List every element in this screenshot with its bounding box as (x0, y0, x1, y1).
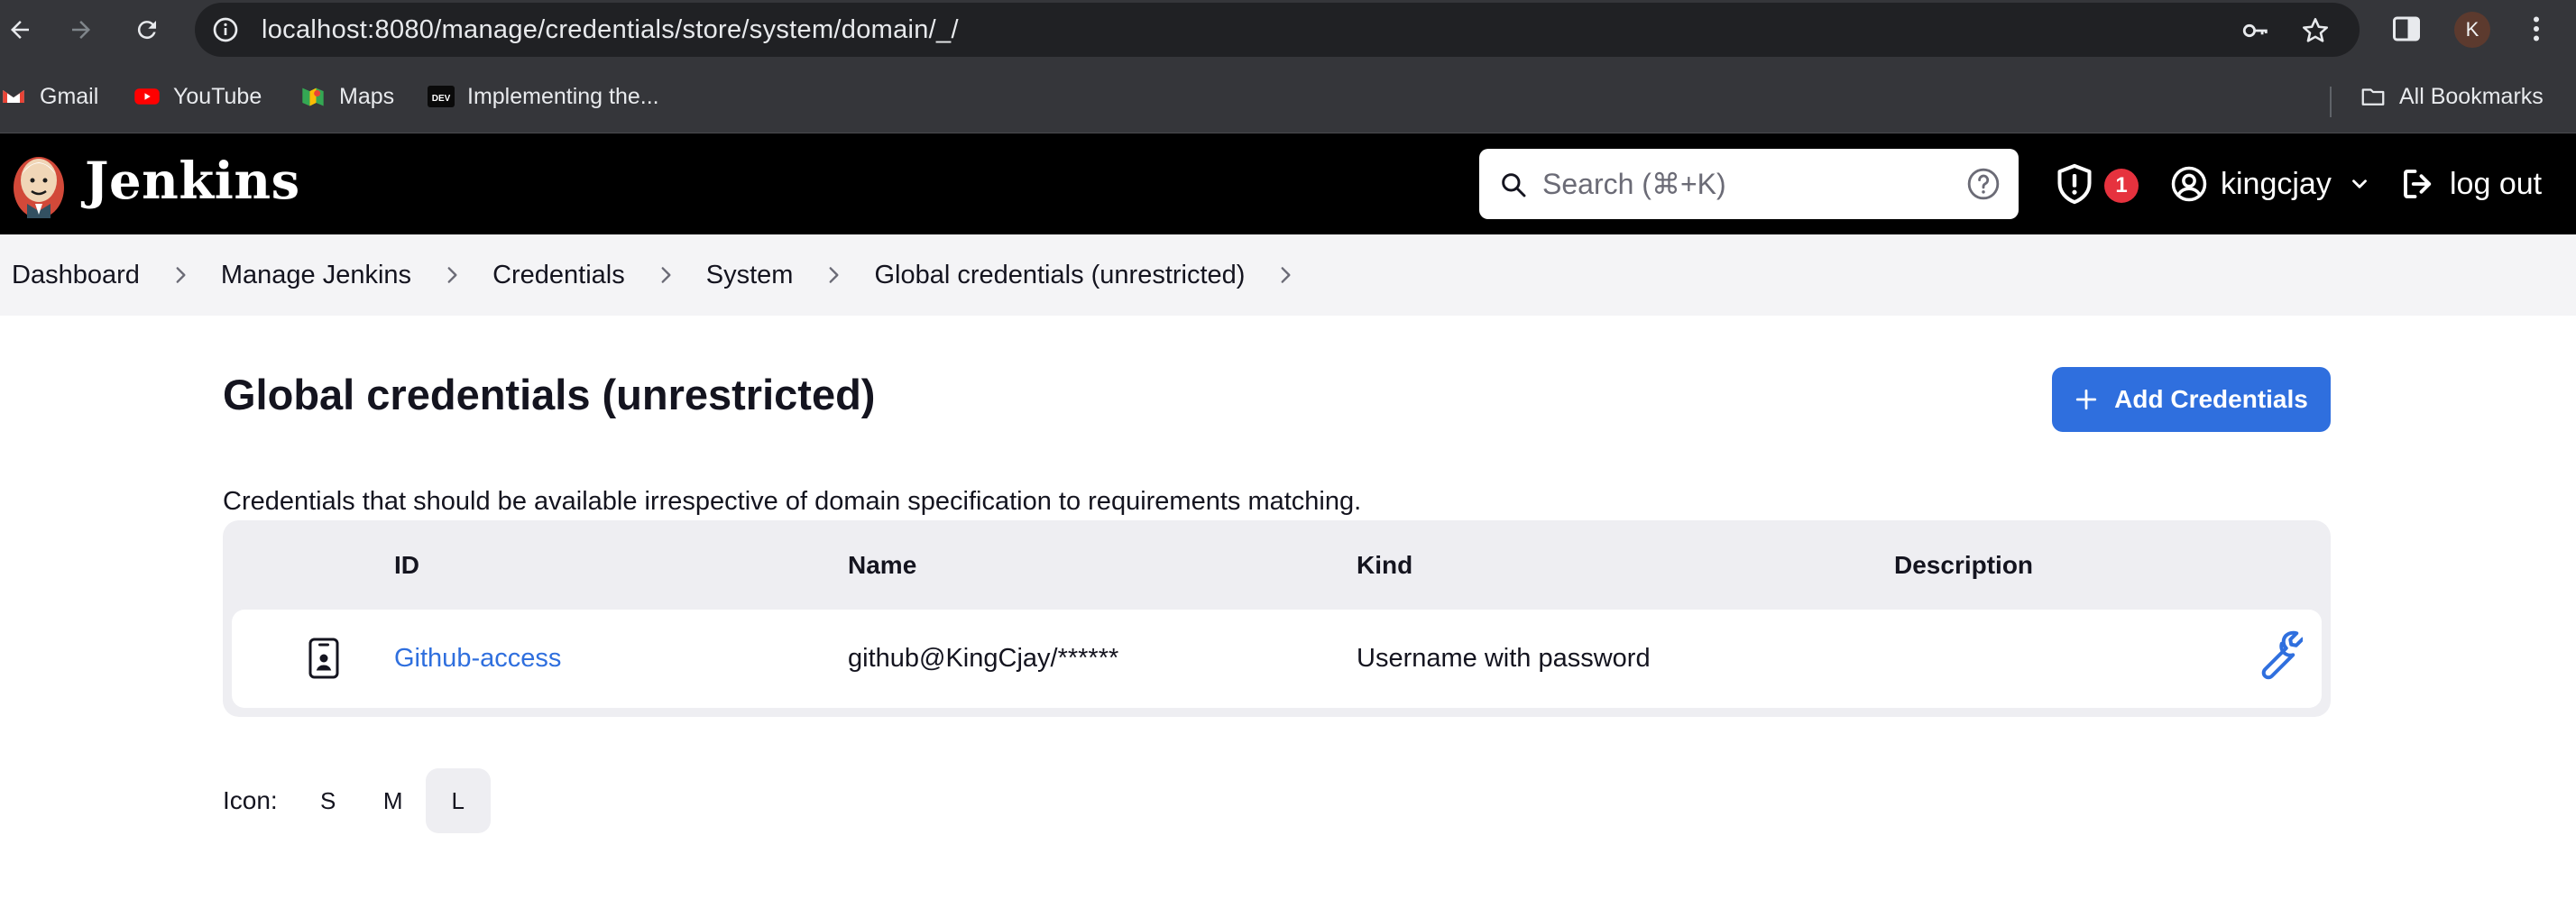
user-menu[interactable]: kingcjay (2170, 161, 2371, 207)
icon-size-small[interactable]: S (296, 768, 361, 833)
side-panel-icon[interactable] (2390, 13, 2423, 45)
breadcrumb-global-credentials[interactable]: Global credentials (unrestricted) (874, 261, 1245, 290)
bookmarks-bar: Gmail YouTube Maps DEV Implementing the.… (0, 60, 2576, 133)
column-header-id[interactable]: ID (394, 551, 419, 580)
alert-count-badge[interactable]: 1 (2104, 169, 2139, 203)
credential-kind: Username with password (1357, 644, 1651, 673)
reload-icon (137, 21, 156, 40)
youtube-icon (133, 83, 161, 110)
table-row: Github-access github@KingCjay/****** Use… (232, 610, 2322, 708)
user-icon (2171, 166, 2207, 202)
bookmark-youtube[interactable]: YouTube (133, 81, 262, 112)
help-icon[interactable] (1966, 167, 2001, 201)
icon-size-medium[interactable]: M (361, 768, 426, 833)
wrench-icon[interactable] (2249, 629, 2303, 684)
add-credentials-label: Add Credentials (2114, 385, 2308, 413)
page-title: Global credentials (unrestricted) (223, 371, 876, 418)
kebab-menu-icon[interactable] (2520, 13, 2553, 45)
chevron-right-icon[interactable] (1274, 263, 1297, 287)
logout-icon (2404, 170, 2432, 198)
search-box[interactable] (1479, 149, 2019, 219)
folder-icon (2360, 83, 2387, 110)
bookmark-maps[interactable]: Maps (299, 81, 394, 112)
username: kingcjay (2221, 166, 2332, 201)
site-info-icon[interactable] (211, 15, 240, 44)
url-text[interactable]: localhost:8080/manage/credentials/store/… (262, 15, 959, 45)
arrow-left-icon (11, 21, 29, 39)
chevron-right-icon (661, 267, 671, 283)
bookmarks-divider (2330, 87, 2332, 117)
reload-button[interactable] (129, 12, 165, 48)
star-icon[interactable] (2300, 15, 2331, 46)
bookmark-dev[interactable]: DEV Implementing the... (428, 81, 659, 112)
breadcrumb-manage-jenkins[interactable]: Manage Jenkins (221, 261, 411, 290)
dev-icon: DEV (428, 83, 455, 110)
chevron-right-icon (829, 267, 839, 283)
credential-id-link[interactable]: Github-access (394, 644, 561, 674)
icon-size-selector: Icon: S M L (223, 768, 491, 833)
chevron-right-icon (176, 267, 186, 283)
icon-size-label: Icon: (223, 786, 278, 814)
logout-link[interactable]: log out (2399, 161, 2542, 207)
key-icon[interactable] (2240, 15, 2271, 46)
shield-alert-icon[interactable] (2055, 162, 2094, 206)
jenkins-logo-icon[interactable] (11, 148, 67, 220)
gmail-icon (0, 83, 27, 110)
maps-icon (299, 83, 327, 110)
breadcrumb-system[interactable]: System (706, 261, 794, 290)
forward-button[interactable] (63, 12, 99, 48)
search-input[interactable] (1542, 161, 1939, 207)
icon-size-large[interactable]: L (425, 768, 491, 833)
browser-toolbar: localhost:8080/manage/credentials/store/… (0, 0, 2576, 60)
jenkins-header: Jenkins 1 kingcjay log (0, 133, 2576, 234)
app-title[interactable]: Jenkins (85, 151, 300, 211)
address-bar[interactable]: localhost:8080/manage/credentials/store/… (195, 3, 2360, 57)
profile-avatar[interactable]: K (2454, 12, 2490, 48)
breadcrumb-credentials[interactable]: Credentials (492, 261, 625, 290)
chevron-down-icon (2351, 179, 2367, 188)
chevron-right-icon (447, 267, 457, 283)
svg-text:DEV: DEV (432, 94, 451, 104)
column-header-description[interactable]: Description (1894, 551, 2033, 580)
credential-card-icon (308, 638, 339, 679)
add-credentials-button[interactable]: Add Credentials (2052, 367, 2331, 432)
credential-name: github@KingCjay/****** (848, 644, 1119, 673)
breadcrumb-dashboard[interactable]: Dashboard (12, 261, 140, 290)
plus-icon (2075, 389, 2097, 410)
arrow-right-icon (72, 21, 90, 39)
credentials-table: ID Name Kind Description Github-access g… (223, 520, 2331, 717)
all-bookmarks[interactable]: All Bookmarks (2360, 81, 2544, 112)
breadcrumb: Dashboard Manage Jenkins Credentials Sys… (0, 234, 2576, 316)
column-header-kind[interactable]: Kind (1357, 551, 1412, 580)
bookmark-gmail[interactable]: Gmail (0, 81, 98, 112)
domain-description: Credentials that should be available irr… (223, 487, 1362, 516)
back-button[interactable] (2, 12, 38, 48)
search-icon (1502, 173, 1526, 197)
column-header-name[interactable]: Name (848, 551, 916, 580)
